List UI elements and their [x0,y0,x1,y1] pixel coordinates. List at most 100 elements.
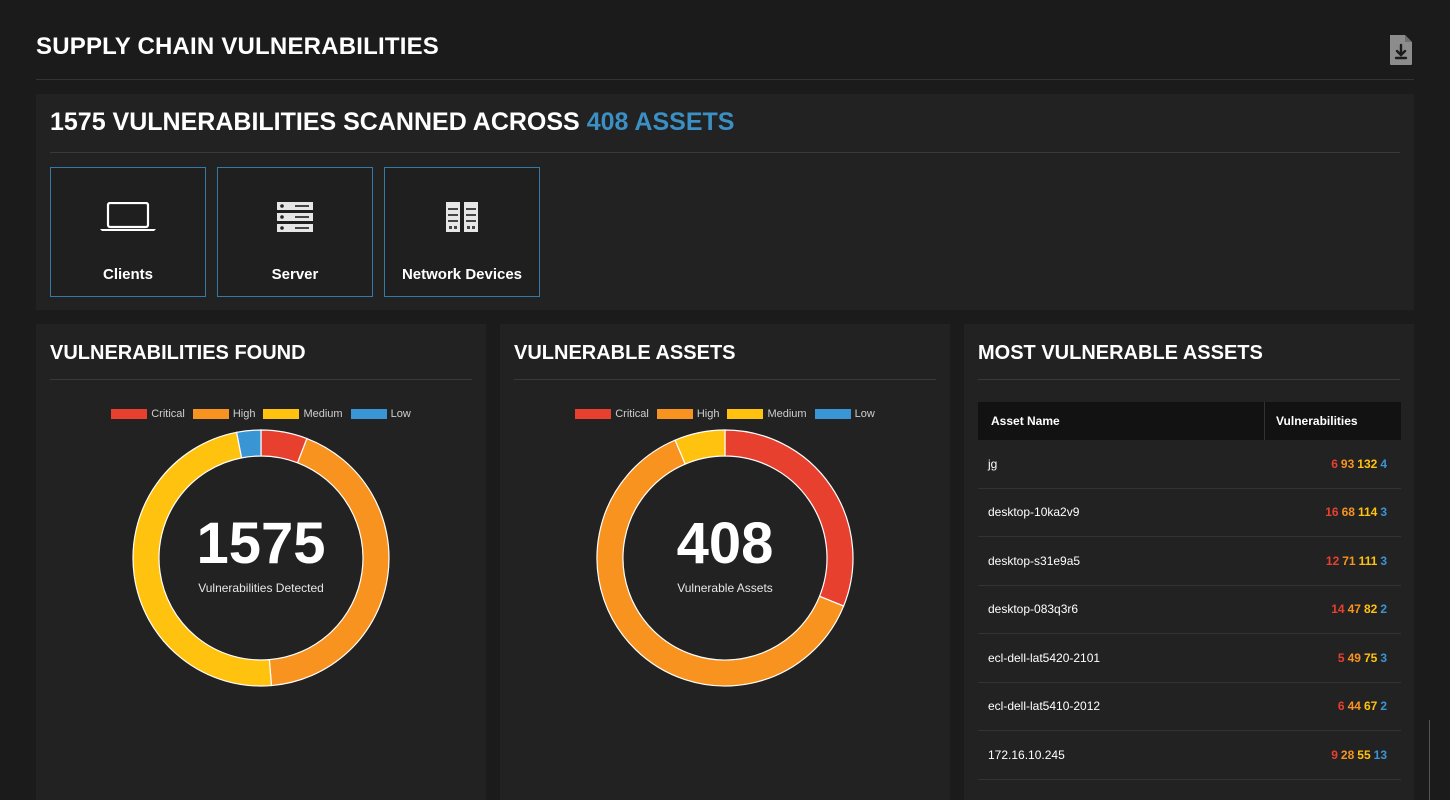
vulnerable-assets-card: VULNERABLE ASSETS Critical High Medium L… [500,324,950,800]
asset-name: desktop-10ka2v9 [988,505,1080,520]
server-icon [277,202,313,237]
chart-legend: Critical High Medium Low [36,408,486,420]
count-medium: 82 [1363,602,1378,617]
legend-item-critical[interactable]: Critical [575,408,649,420]
count-low: 2 [1380,602,1387,617]
page-header: SUPPLY CHAIN VULNERABILITIES [36,24,1414,80]
count-medium: 67 [1363,699,1378,714]
card-title: VULNERABILITIES FOUND [50,342,472,380]
count-critical: 14 [1331,602,1345,617]
count-low: 3 [1380,505,1387,520]
donut-slice-medium[interactable] [132,431,273,687]
count-high: 47 [1347,602,1361,617]
count-critical: 6 [1337,699,1345,714]
donut-slice-low[interactable] [235,429,262,459]
asset-name: ecl-dell-lat5410-2012 [988,699,1101,714]
column-header-asset-name[interactable]: Asset Name [978,414,1264,428]
legend-swatch [263,409,300,419]
count-high: 93 [1340,456,1355,471]
table-row[interactable]: ecl-dell-lat5410-2012 6 44 67 2 [978,683,1401,731]
laptop-icon [99,201,157,237]
legend-item-low[interactable]: Low [350,408,411,420]
document-download-icon[interactable] [1388,34,1414,66]
table-row[interactable]: desktop-10ka2v9 16 68 114 3 [978,489,1401,537]
chart-legend: Critical High Medium Low [500,408,950,420]
asset-name: ecl-dell-lat5420-2101 [988,650,1101,665]
tile-label: Network Devices [401,266,523,283]
legend-label: High [232,408,256,420]
tile-label: Server [271,266,319,283]
card-title: VULNERABLE ASSETS [514,342,936,380]
card-title: MOST VULNERABLE ASSETS [978,342,1400,380]
legend-swatch [656,409,693,419]
asset-type-tiles: Clients Server Network Devices [50,167,540,297]
scrollbar[interactable] [1429,720,1430,800]
assets-table: Asset Name Vulnerabilities jg 6 93 132 4 desk… [978,402,1401,780]
table-row[interactable]: ecl-dell-lat5420-2101 5 49 75 3 [978,634,1401,683]
count-medium: 132 [1357,456,1378,471]
vulnerable-assets-donut-chart [596,429,854,687]
vulnerability-counts: 6 93 132 4 [1328,457,1387,471]
vulnerability-counts: 16 68 114 3 [1322,505,1387,519]
summary-panel: 1575 VULNERABILITIES SCANNED ACROSS 408 … [36,94,1414,310]
legend-label: Medium [767,408,807,420]
legend-item-high[interactable]: High [192,408,256,420]
legend-item-medium[interactable]: Medium [263,408,343,420]
asset-name: 172.16.10.245 [988,747,1065,762]
count-medium: 55 [1357,747,1371,762]
legend-swatch [111,409,148,419]
donut-slice-high[interactable] [268,437,390,687]
count-high: 44 [1347,699,1361,714]
tile-network-devices[interactable]: Network Devices [384,167,540,297]
tile-clients[interactable]: Clients [50,167,206,297]
legend-swatch [575,409,612,419]
vulnerability-counts: 6 44 67 2 [1335,699,1387,713]
legend-swatch [192,409,229,419]
network-device-icon [446,202,478,237]
legend-swatch [350,409,387,419]
legend-label: Critical [151,408,185,420]
count-medium: 114 [1357,505,1378,520]
legend-item-medium[interactable]: Medium [727,408,807,420]
legend-item-low[interactable]: Low [814,408,875,420]
legend-swatch [814,409,851,419]
table-row[interactable]: desktop-s31e9a5 12 71 111 3 [978,537,1401,586]
count-high: 28 [1340,747,1355,762]
count-critical: 9 [1331,747,1338,762]
donut-slice-critical[interactable] [724,429,854,607]
donut-slice-medium[interactable] [674,429,726,465]
asset-name: jg [988,456,998,471]
legend-label: Low [390,408,411,420]
vulnerabilities-found-card: VULNERABILITIES FOUND Critical High Medi… [36,324,486,800]
dashboard: SUPPLY CHAIN VULNERABILITIES 1575 VULNER… [0,0,1450,800]
table-row[interactable]: desktop-083q3r6 14 47 82 2 [978,586,1401,634]
summary-title-prefix: 1575 VULNERABILITIES SCANNED ACROSS [50,108,580,136]
count-low: 13 [1373,747,1387,762]
asset-name: desktop-s31e9a5 [988,553,1081,568]
summary-title: 1575 VULNERABILITIES SCANNED ACROSS 408 … [50,108,1400,153]
count-medium: 75 [1363,650,1378,665]
tile-server[interactable]: Server [217,167,373,297]
vulnerability-counts: 14 47 82 2 [1328,602,1387,616]
most-vulnerable-assets-card: MOST VULNERABLE ASSETS Asset Name Vulner… [964,324,1414,800]
table-row[interactable]: 172.16.10.245 9 28 55 13 [978,731,1401,780]
vulnerability-counts: 9 28 55 13 [1328,748,1387,762]
table-row[interactable]: jg 6 93 132 4 [978,440,1401,489]
legend-item-high[interactable]: High [656,408,720,420]
legend-label: High [696,408,720,420]
page-title: SUPPLY CHAIN VULNERABILITIES [36,33,439,60]
legend-item-critical[interactable]: Critical [111,408,185,420]
count-medium: 111 [1358,553,1378,568]
column-header-vulnerabilities[interactable]: Vulnerabilities [1264,402,1401,440]
vulnerability-counts: 12 71 111 3 [1323,554,1387,568]
count-low: 4 [1380,456,1387,471]
count-critical: 16 [1325,505,1339,520]
vulnerability-counts: 5 49 75 3 [1335,651,1387,665]
count-high: 49 [1347,650,1361,665]
vulnerabilities-donut-chart [132,429,390,687]
legend-label: Medium [303,408,343,420]
summary-title-accent: 408 ASSETS [586,108,735,136]
count-critical: 5 [1337,650,1345,665]
table-body: jg 6 93 132 4 desktop-10ka2v9 16 68 114 3 desktop-… [978,440,1401,780]
legend-swatch [727,409,764,419]
